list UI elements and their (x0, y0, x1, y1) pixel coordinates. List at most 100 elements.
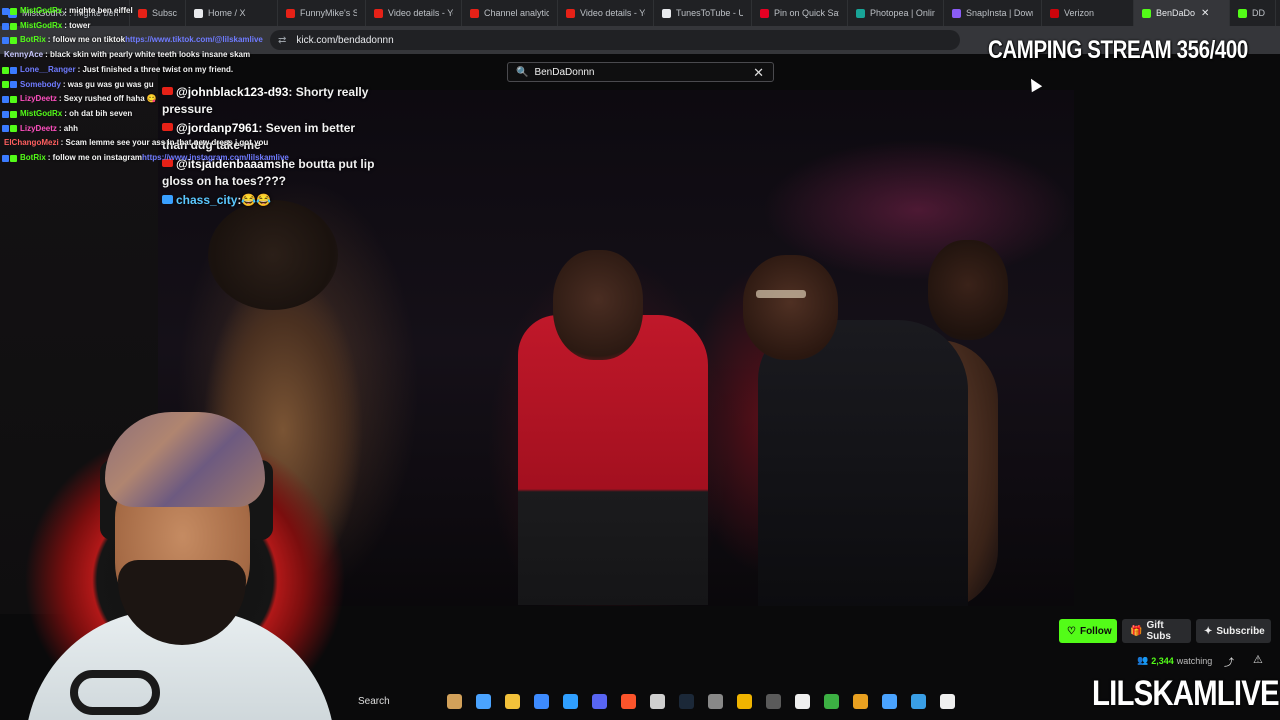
tab-favicon-icon (374, 8, 383, 18)
video-chat-username: chass_city (176, 193, 238, 207)
tab-label: Verizon (1064, 8, 1095, 18)
browser-tab[interactable]: Video details - Yo (366, 0, 462, 26)
tab-label: DD (1252, 8, 1265, 18)
chat-username[interactable]: MistGodRx (20, 107, 62, 122)
report-icon[interactable]: ⚠ (1253, 653, 1263, 666)
taskbar-search[interactable]: Search (350, 690, 440, 712)
chat-text: : Scam lemme see your ass in that new dr… (60, 138, 269, 148)
badge-icon (10, 96, 17, 104)
browser-tab[interactable]: Pin on Quick Save (752, 0, 848, 26)
person-red-jacket (518, 315, 708, 605)
chat-message: MistGodRx : oh dat bih seven (2, 107, 302, 122)
gift-icon: 🎁 (1130, 625, 1143, 637)
browser-tab[interactable]: Photopea | Online (848, 0, 944, 26)
brand-watermark: LILSKAMLIVE (1092, 674, 1280, 713)
chat-message: ElChangoMezi : Scam lemme see your ass i… (2, 136, 302, 151)
chat-message: KennyAce : black skin with pearly white … (2, 48, 302, 63)
tab-favicon-icon (470, 8, 479, 18)
photoshop-icon[interactable] (563, 693, 578, 709)
chat-badges (2, 125, 18, 133)
browser-tab[interactable]: Verizon (1042, 0, 1134, 26)
discord-icon[interactable] (592, 693, 607, 709)
chat-username[interactable]: MistGodRx (20, 4, 62, 19)
chat-badges (2, 110, 18, 118)
tab-favicon-icon (856, 8, 865, 18)
windows-taskbar: Search (350, 686, 1010, 716)
twitch-icon (162, 195, 173, 204)
chat-username[interactable]: KennyAce (4, 48, 43, 63)
badge-icon (10, 22, 17, 30)
chat-text: : black skin with pearly white teeth loo… (45, 50, 251, 60)
spotify-like-icon[interactable] (824, 693, 839, 709)
chat-text: : follow me on tiktok (47, 35, 126, 45)
chat-message: BotRix : follow me on tiktok https://www… (2, 33, 302, 48)
video-chat-text: :😂😂 (237, 193, 272, 207)
chat-username[interactable]: LizyDeetz (20, 122, 57, 137)
browser-tab[interactable]: DD (1230, 0, 1276, 26)
chat-link[interactable]: https://www.instagram.com/lilskamlive (142, 151, 289, 166)
paint-icon[interactable] (737, 693, 752, 709)
browser-tab[interactable]: Video details - Yo (558, 0, 654, 26)
tab-favicon-icon (662, 8, 671, 18)
tab-favicon-icon (1050, 8, 1059, 18)
tab-label: SnapInsta | Down (966, 8, 1033, 18)
chat-username[interactable]: Somebody (20, 78, 61, 93)
tab-label: Photopea | Online (870, 8, 935, 18)
widgets-icon[interactable] (447, 693, 462, 709)
obs-icon[interactable] (650, 693, 665, 709)
share-icon[interactable]: ⤴ (1224, 654, 1234, 669)
camping-stream-title: CAMPING STREAM 356/400 (988, 36, 1248, 64)
app-icon[interactable] (708, 693, 723, 709)
chrome-icon[interactable] (853, 693, 868, 709)
chat-link[interactable]: https://www.tiktok.com/@lilskamlive (125, 33, 263, 48)
chat-badges (2, 22, 18, 30)
badge-icon (2, 7, 9, 15)
close-tab-icon[interactable]: ✕ (1201, 8, 1209, 19)
screen: MistGodRx : mighte ben eiffelSubscriptio… (0, 0, 1280, 720)
url-field[interactable]: ⇄ kick.com/bendadonnn (270, 30, 960, 50)
url-text[interactable]: kick.com/bendadonnn (296, 35, 393, 46)
chat-message: LizyDeetz : ahh (2, 122, 302, 137)
4k-downloader-icon[interactable] (766, 693, 781, 709)
browser-tab[interactable]: SnapInsta | Down (944, 0, 1042, 26)
chat-username[interactable]: ElChangoMezi (4, 136, 59, 151)
subscribe-button[interactable]: ✦ Subscribe (1196, 619, 1271, 643)
chat-username[interactable]: LizyDeetz (20, 92, 57, 107)
search-input[interactable]: BenDaDonnn (534, 67, 594, 78)
browser-tab[interactable]: Channel analytics (462, 0, 558, 26)
tab-favicon-icon (760, 8, 769, 18)
chat-message: MistGodRx : tower (2, 19, 302, 34)
tab-label: Video details - Yo (388, 8, 453, 18)
search-box[interactable]: 🔍 BenDaDonnn ✕ (507, 62, 774, 82)
store-icon[interactable] (534, 693, 549, 709)
chat-text: : mighte ben eiffel (64, 6, 133, 15)
capcut-icon[interactable] (795, 693, 810, 709)
badge-icon (10, 81, 17, 89)
browser-tab[interactable]: TunesToTube - Up (654, 0, 752, 26)
gift-subs-button[interactable]: 🎁 Gift Subs (1122, 619, 1191, 643)
browser-tab[interactable]: BenDaDo ✕ (1134, 0, 1230, 26)
chat-username[interactable]: MistGodRx (20, 19, 62, 34)
badge-icon (10, 125, 17, 133)
chat-username[interactable]: BotRix (20, 151, 46, 166)
chat-message: LizyDeetz : Sexy rushed off haha 😋 (2, 92, 302, 107)
steam-icon[interactable] (679, 693, 694, 709)
file-icon[interactable] (940, 693, 955, 709)
badge-icon (10, 110, 17, 118)
chat-username[interactable]: BotRix (20, 33, 46, 48)
chat-username[interactable]: Lone__Ranger (20, 63, 76, 78)
copilot-icon[interactable] (476, 693, 491, 709)
chat-message: Lone__Ranger : Just finished a three twi… (2, 63, 302, 78)
notepad-icon[interactable] (882, 693, 897, 709)
clear-search-icon[interactable]: ✕ (753, 65, 764, 81)
file-explorer-icon[interactable] (505, 693, 520, 709)
follow-label: Follow (1079, 625, 1112, 637)
video-chat-message: chass_city:😂😂 (162, 192, 382, 209)
photos-icon[interactable] (911, 693, 926, 709)
brave-icon[interactable] (621, 693, 636, 709)
follow-button[interactable]: ♡ Follow (1059, 619, 1117, 643)
chat-badges (2, 81, 18, 89)
badge-icon (2, 154, 9, 162)
mic-arm (70, 670, 160, 715)
badge-icon (2, 22, 9, 30)
